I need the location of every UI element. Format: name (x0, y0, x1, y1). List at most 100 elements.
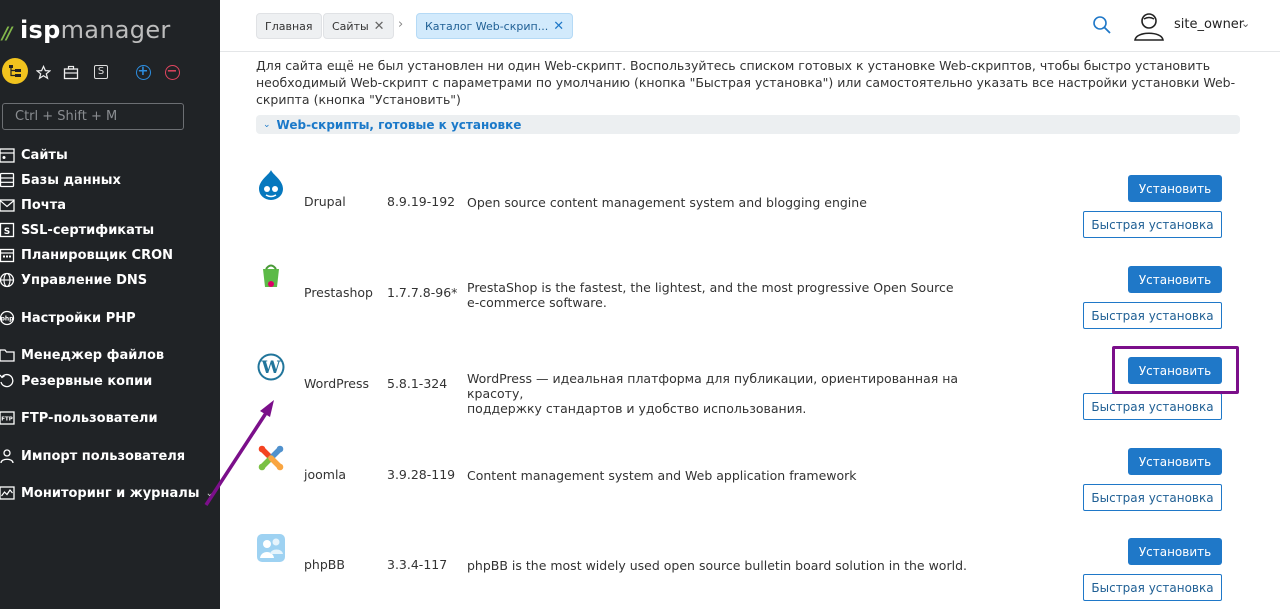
install-button[interactable]: Установить (1128, 538, 1222, 565)
prestashop-icon (256, 260, 286, 292)
script-row-drupal: Drupal 8.9.19-192 Open source content ma… (220, 169, 1280, 249)
import-user-icon (0, 448, 16, 464)
script-version: 5.8.1-324 (387, 376, 448, 391)
script-name: joomla (304, 467, 347, 482)
svg-text:FTP: FTP (1, 417, 13, 423)
sidebar-item-label: Сайты (21, 147, 68, 163)
breadcrumb-home[interactable]: Главная (256, 13, 322, 39)
sidebar-item-cron[interactable]: Планировщик CRON (0, 244, 215, 266)
svg-text:S: S (4, 227, 10, 237)
sidebar: // ispmanager S + − Сайты Базы данных По… (0, 0, 220, 609)
calendar-icon (0, 247, 16, 263)
script-description: WordPress — идеальная платформа для публ… (467, 371, 977, 416)
quick-install-button[interactable]: Быстрая установка (1083, 302, 1222, 329)
plus-circle-icon[interactable]: + (132, 58, 154, 86)
sidebar-item-ftp[interactable]: FTP FTP-пользователи (0, 407, 215, 429)
annotation-arrow-icon (204, 400, 274, 506)
script-name: Drupal (304, 194, 346, 209)
phpbb-icon (256, 532, 286, 564)
chevron-down-icon[interactable]: ⌄ (1241, 17, 1250, 30)
chevron-down-icon: ⌄ (263, 119, 271, 130)
mail-icon (0, 197, 16, 213)
sidebar-item-file-manager[interactable]: Менеджер файлов (0, 344, 215, 366)
sidebar-item-label: Планировщик CRON (21, 247, 174, 263)
install-button[interactable]: Установить (1128, 448, 1222, 475)
sidebar-item-label: Импорт пользователя (21, 448, 186, 464)
description-line: phpBB is the most widely used open sourc… (467, 558, 967, 573)
user-name[interactable]: site_owner (1174, 17, 1244, 32)
install-button[interactable]: Установить (1128, 266, 1222, 293)
backup-icon (0, 373, 16, 389)
description-line: Content management system and Web applic… (467, 468, 857, 483)
logo-prefix: isp (20, 16, 61, 44)
script-version: 1.7.7.8-96* (387, 285, 458, 300)
sidebar-item-ssl[interactable]: S SSL-сертификаты (0, 219, 215, 241)
php-icon: php (0, 310, 16, 326)
database-icon (0, 172, 16, 188)
section-title: Web-скрипты, готовые к установке (276, 117, 522, 132)
svg-text:W: W (260, 358, 281, 378)
breadcrumb-sites[interactable]: Сайты ✕ (323, 13, 394, 39)
script-name: Prestashop (304, 285, 373, 300)
sidebar-item-sites[interactable]: Сайты (0, 144, 215, 166)
script-description: phpBB is the most widely used open sourc… (467, 558, 977, 573)
quick-install-button[interactable]: Быстрая установка (1083, 393, 1222, 420)
sidebar-item-mail[interactable]: Почта (0, 194, 215, 216)
star-icon[interactable] (32, 58, 54, 86)
script-name: phpBB (304, 557, 345, 572)
sidebar-item-label: Резервные копии (21, 373, 153, 389)
sidebar-item-label: Мониторинг и журналы (21, 485, 200, 501)
breadcrumb-label: Сайты (332, 19, 369, 33)
quick-toolbar: S + − (2, 58, 212, 86)
quick-install-button[interactable]: Быстрая установка (1083, 484, 1222, 511)
sidebar-item-dns[interactable]: Управление DNS (0, 269, 215, 291)
ssl-icon: S (0, 222, 16, 238)
monitoring-icon (0, 485, 16, 501)
script-version: 3.3.4-117 (387, 557, 448, 572)
close-icon[interactable]: ✕ (553, 19, 564, 34)
ftp-icon: FTP (0, 410, 16, 426)
close-icon[interactable]: ✕ (374, 19, 385, 34)
section-header[interactable]: ⌄ Web-скрипты, готовые к установке (256, 115, 1240, 134)
sites-tree-icon[interactable] (2, 58, 28, 84)
user-avatar-icon[interactable] (1132, 10, 1166, 42)
sidebar-item-databases[interactable]: Базы данных (0, 169, 215, 191)
script-description: PrestaShop is the fastest, the lightest,… (467, 280, 977, 310)
breadcrumb-script-catalog[interactable]: Каталог Web-скрип... ✕ (416, 13, 574, 39)
description-line: PrestaShop is the fastest, the lightest,… (467, 280, 954, 295)
menu-search-input[interactable] (2, 103, 184, 130)
sidebar-item-label: Менеджер файлов (21, 347, 165, 363)
sidebar-item-php[interactable]: php Настройки PHP (0, 307, 215, 329)
logo-mark-icon: // (2, 24, 13, 44)
wordpress-icon: W (256, 351, 286, 383)
description-line: WordPress — идеальная платформа для публ… (467, 371, 959, 401)
description-line: Open source content management system an… (467, 195, 867, 210)
folder-icon (0, 347, 16, 363)
sidebar-item-label: Настройки PHP (21, 310, 136, 326)
install-button[interactable]: Установить (1128, 175, 1222, 202)
logo-suffix: manager (60, 16, 171, 44)
intro-text: Для сайта ещё не был установлен ни один … (256, 58, 1236, 107)
s-box-icon[interactable]: S (90, 58, 112, 86)
script-row-phpbb: phpBB 3.3.4-117 phpBB is the most widely… (220, 532, 1280, 609)
app-logo[interactable]: // ispmanager (2, 16, 170, 48)
description-line: e-commerce software. (467, 295, 607, 310)
sidebar-item-label: FTP-пользователи (21, 410, 158, 426)
briefcase-icon[interactable] (60, 58, 82, 86)
sidebar-item-label: Управление DNS (21, 272, 148, 288)
sidebar-item-monitoring[interactable]: Мониторинг и журналы ⌄ (0, 482, 215, 504)
quick-install-button[interactable]: Быстрая установка (1083, 574, 1222, 601)
globe-icon (0, 272, 16, 288)
main-content: Для сайта ещё не был установлен ни один … (220, 53, 1280, 609)
quick-install-button[interactable]: Быстрая установка (1083, 211, 1222, 238)
breadcrumb-label: Каталог Web-скрип... (425, 19, 549, 33)
install-button[interactable]: Установить (1128, 357, 1222, 384)
script-row-prestashop: Prestashop 1.7.7.8-96* PrestaShop is the… (220, 260, 1280, 340)
search-icon[interactable] (1092, 15, 1112, 35)
script-version: 3.9.28-119 (387, 467, 456, 482)
sidebar-item-backups[interactable]: Резервные копии (0, 370, 215, 392)
sidebar-item-label: Почта (21, 197, 67, 213)
minus-circle-icon[interactable]: − (161, 58, 183, 86)
sidebar-item-import-user[interactable]: Импорт пользователя (0, 445, 215, 467)
script-name: WordPress (304, 376, 370, 391)
